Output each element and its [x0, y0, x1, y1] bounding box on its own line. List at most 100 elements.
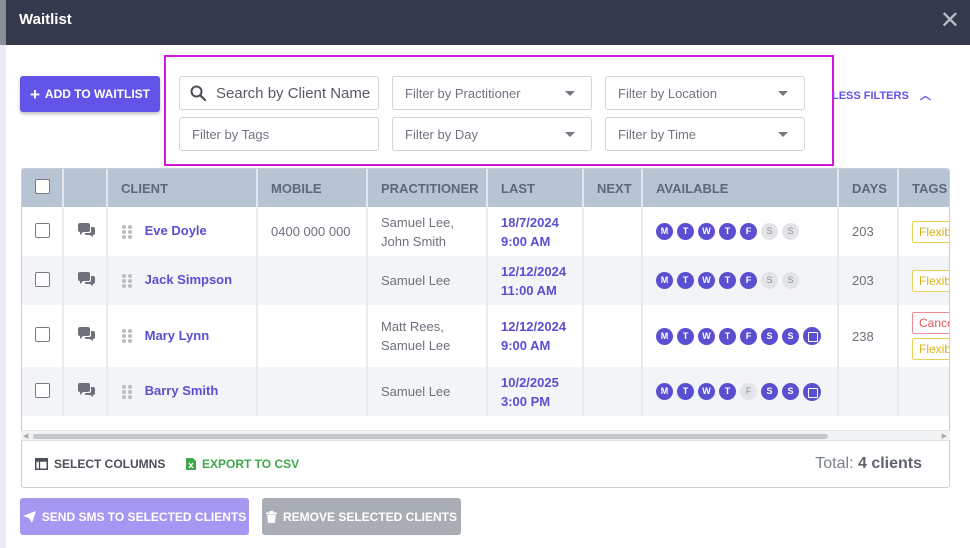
table-footer: SELECT COLUMNS EXPORT TO CSV Total: 4 cl…	[22, 440, 949, 486]
last-date: 12/12/2024	[501, 263, 567, 279]
practitioner-filter-label: Filter by Practitioner	[405, 85, 521, 101]
scroll-right-icon[interactable]: ▶	[942, 432, 947, 440]
search-placeholder: Search by Client Name	[216, 84, 371, 102]
mobile-cell	[257, 256, 368, 305]
last-appointment-cell[interactable]: 12/12/2024 11:00 AM	[487, 256, 584, 305]
row-checkbox[interactable]	[35, 271, 50, 287]
drag-handle-icon[interactable]	[121, 224, 133, 240]
column-header-last[interactable]: LAST	[487, 169, 584, 207]
day-badge: S	[782, 383, 799, 400]
column-header-days[interactable]: DAYS	[838, 169, 899, 207]
waitlist-modal: Waitlist ✕ + ADD TO WAITLIST Search by C…	[6, 0, 970, 548]
note-icon[interactable]	[803, 382, 821, 401]
chat-icon[interactable]	[77, 327, 96, 342]
plus-icon: +	[29, 84, 40, 104]
client-name-link[interactable]: Eve Doyle	[145, 223, 207, 238]
practitioner-name: Samuel Lee	[381, 273, 451, 288]
day-badge: S	[761, 272, 778, 290]
tags-cell: Cancellation Flexible	[898, 305, 949, 367]
row-checkbox[interactable]	[35, 327, 50, 342]
column-header-practitioner[interactable]: PRACTITIONER	[367, 169, 488, 207]
mobile-cell: 0400 000 000	[257, 207, 368, 256]
column-header-tags[interactable]: TAGS	[898, 169, 949, 207]
last-appointment-cell[interactable]: 12/12/2024 9:00 AM	[487, 305, 584, 367]
client-name-link[interactable]: Mary Lynn	[145, 328, 210, 343]
day-filter[interactable]: Filter by Day	[392, 117, 592, 151]
days-cell: 203	[838, 207, 899, 256]
day-badge: S	[761, 327, 778, 345]
column-header-available[interactable]: AVAILABLE	[642, 169, 839, 207]
less-filters-label: LESS FILTERS	[832, 90, 909, 102]
practitioner-cell: Samuel Lee	[367, 256, 488, 305]
practitioner-filter[interactable]: Filter by Practitioner	[392, 76, 592, 110]
row-checkbox[interactable]	[35, 222, 50, 238]
day-badge: S	[782, 327, 799, 345]
send-sms-button[interactable]: SEND SMS TO SELECTED CLIENTS	[20, 498, 249, 535]
client-name-link[interactable]: Jack Simpson	[145, 272, 232, 287]
day-badge: M	[656, 383, 673, 400]
availability-cell: MTWTFSS	[642, 367, 839, 416]
days-cell	[838, 367, 899, 416]
add-to-waitlist-button[interactable]: + ADD TO WAITLIST	[20, 76, 160, 112]
drag-handle-icon[interactable]	[121, 273, 133, 289]
csv-file-icon	[186, 458, 196, 470]
select-all-checkbox[interactable]	[35, 179, 50, 194]
export-csv-label: EXPORT TO CSV	[202, 457, 300, 471]
client-name-link[interactable]: Barry Smith	[145, 383, 219, 398]
next-cell	[583, 207, 643, 256]
caret-down-icon	[565, 132, 575, 137]
caret-down-icon	[778, 91, 788, 96]
last-appointment-cell[interactable]: 10/2/2025 3:00 PM	[487, 367, 584, 416]
select-columns-button[interactable]: SELECT COLUMNS	[35, 457, 165, 471]
horizontal-scrollbar[interactable]: ◀ ▶	[21, 430, 950, 440]
day-badge: T	[677, 383, 694, 400]
table-row: Mary Lynn Matt Rees, Samuel Lee 12/12/20…	[22, 305, 949, 367]
less-filters-toggle[interactable]: LESS FILTERS ︿	[832, 87, 931, 103]
column-header-mobile[interactable]: MOBILE	[257, 169, 368, 207]
location-filter-label: Filter by Location	[618, 85, 717, 101]
last-appointment-cell[interactable]: 18/7/2024 9:00 AM	[487, 207, 584, 256]
column-header-next[interactable]: NEXT	[583, 169, 643, 207]
column-header-client[interactable]: CLIENT	[107, 169, 258, 207]
day-badge: W	[698, 327, 715, 345]
export-csv-button[interactable]: EXPORT TO CSV	[186, 457, 299, 471]
scrollbar-thumb[interactable]	[33, 434, 828, 439]
note-icon[interactable]	[803, 327, 821, 345]
day-badge: F	[740, 383, 757, 400]
row-checkbox[interactable]	[35, 382, 50, 398]
location-filter[interactable]: Filter by Location	[605, 76, 805, 110]
day-badge: W	[698, 383, 715, 400]
day-badge: T	[677, 272, 694, 290]
practitioner-cell: Samuel Lee	[367, 367, 488, 416]
day-badge: T	[719, 272, 736, 290]
select-all-column	[22, 169, 64, 207]
availability-cell: MTWTFSS	[642, 207, 839, 256]
drag-handle-icon[interactable]	[121, 384, 133, 400]
column-header-chat	[63, 169, 108, 207]
chat-icon[interactable]	[77, 382, 96, 398]
day-badge: F	[740, 223, 757, 241]
tags-cell	[898, 367, 949, 416]
add-to-waitlist-label: ADD TO WAITLIST	[44, 87, 151, 101]
close-icon[interactable]: ✕	[940, 7, 960, 35]
last-time: 9:00 AM	[501, 233, 551, 249]
tags-filter[interactable]: Filter by Tags	[179, 117, 379, 151]
day-badge: T	[719, 327, 736, 345]
day-badge: T	[677, 223, 694, 241]
send-sms-label: SEND SMS TO SELECTED CLIENTS	[41, 509, 247, 524]
drag-handle-icon[interactable]	[121, 328, 133, 344]
table-row: Jack Simpson Samuel Lee 12/12/2024 11:00…	[22, 256, 949, 305]
remove-clients-label: REMOVE SELECTED CLIENTS	[282, 509, 458, 524]
availability-cell: MTWTFSS	[642, 305, 839, 367]
days-cell: 203	[838, 256, 899, 305]
practitioner-cell: Samuel Lee, John Smith	[367, 207, 488, 256]
chat-icon[interactable]	[77, 222, 96, 238]
table-header-row: CLIENT MOBILE PRACTITIONER LAST NEXT AVA…	[22, 169, 949, 207]
remove-clients-button[interactable]: REMOVE SELECTED CLIENTS	[262, 498, 461, 535]
availability-cell: MTWTFSS	[642, 256, 839, 305]
scroll-left-icon[interactable]: ◀	[23, 432, 28, 440]
practitioner-name: Matt Rees,	[381, 319, 444, 334]
time-filter[interactable]: Filter by Time	[605, 117, 805, 151]
search-input[interactable]: Search by Client Name	[179, 76, 379, 110]
chat-icon[interactable]	[77, 271, 96, 287]
